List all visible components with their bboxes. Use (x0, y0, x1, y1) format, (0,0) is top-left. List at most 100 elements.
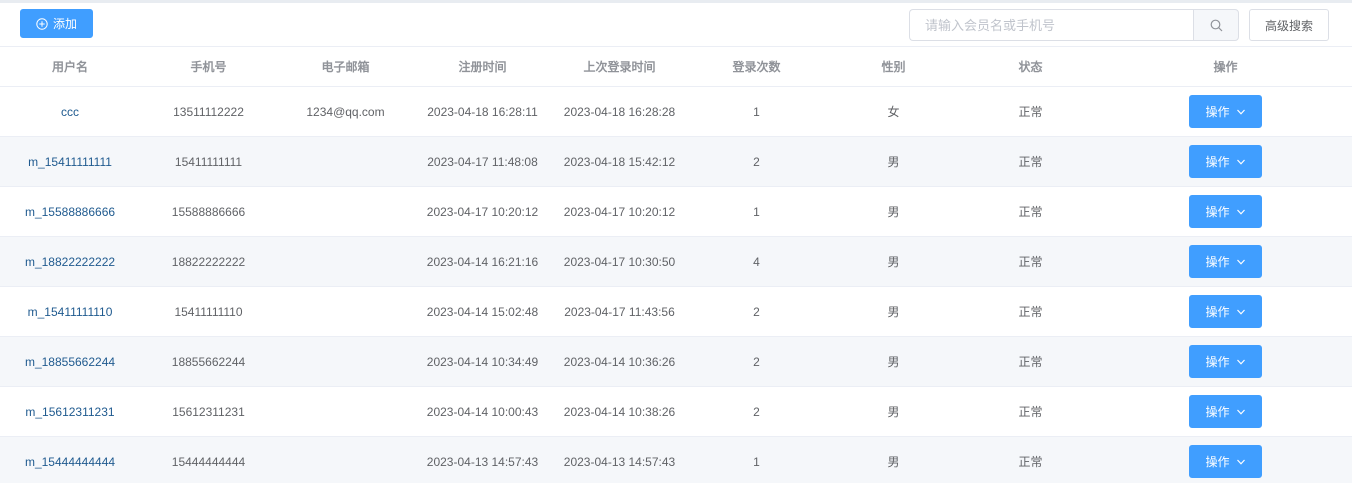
cell-gender: 男 (825, 436, 962, 483)
cell-login-count: 1 (688, 186, 825, 237)
table-row: m_15411111111 15411111111 2023-04-17 11:48… (0, 136, 1352, 187)
cell-email (277, 436, 414, 483)
cell-email: 1234@qq.com (277, 86, 414, 137)
cell-status: 正常 (962, 436, 1099, 483)
cell-registered: 2023-04-17 10:20:12 (414, 186, 551, 237)
table-row: ccc 13511112222 1234@qq.com 2023-04-18 16:2… (0, 86, 1352, 137)
cell-gender: 男 (825, 236, 962, 287)
member-table: 用户名 手机号 电子邮箱 注册时间 上次登录时间 登录次数 性别 状态 操作 ccc 135111… (0, 46, 1352, 483)
cell-username[interactable]: m_18822222222 (0, 236, 140, 287)
cell-login-count: 1 (688, 86, 825, 137)
cell-last-login: 2023-04-18 16:28:28 (551, 86, 688, 137)
cell-login-count: 2 (688, 286, 825, 337)
cell-email (277, 136, 414, 187)
cell-gender: 男 (825, 286, 962, 337)
cell-action: 操作 (1099, 186, 1352, 237)
cell-gender: 男 (825, 336, 962, 387)
row-action-dropdown-button[interactable]: 操作 (1189, 295, 1262, 328)
row-action-label: 操作 (1205, 255, 1230, 269)
cell-login-count: 4 (688, 236, 825, 287)
cell-action: 操作 (1099, 336, 1352, 387)
cell-email (277, 386, 414, 437)
column-header-registered: 注册时间 (414, 46, 551, 87)
add-button-label: 添加 (52, 17, 77, 31)
row-action-dropdown-button[interactable]: 操作 (1189, 195, 1262, 228)
cell-email (277, 236, 414, 287)
cell-last-login: 2023-04-17 11:43:56 (551, 286, 688, 337)
column-header-action: 操作 (1099, 46, 1352, 87)
cell-action: 操作 (1099, 236, 1352, 287)
row-action-dropdown-button[interactable]: 操作 (1189, 395, 1262, 428)
cell-gender: 男 (825, 186, 962, 237)
cell-username[interactable]: m_15411111110 (0, 286, 140, 337)
table-row: m_18855662244 18855662244 2023-04-14 10:34… (0, 336, 1352, 387)
table-row: m_15411111110 15411111110 2023-04-14 15:02… (0, 286, 1352, 337)
cell-status: 正常 (962, 286, 1099, 337)
cell-status: 正常 (962, 336, 1099, 387)
search-input[interactable] (909, 9, 1193, 41)
cell-action: 操作 (1099, 286, 1352, 337)
row-action-dropdown-button[interactable]: 操作 (1189, 95, 1262, 128)
cell-login-count: 1 (688, 436, 825, 483)
column-header-phone: 手机号 (140, 46, 277, 87)
cell-action: 操作 (1099, 386, 1352, 437)
cell-email (277, 286, 414, 337)
cell-login-count: 2 (688, 136, 825, 187)
cell-username[interactable]: m_18855662244 (0, 336, 140, 387)
cell-username[interactable]: m_15612311231 (0, 386, 140, 437)
advanced-search-button[interactable]: 高级搜索 (1249, 9, 1329, 41)
cell-phone: 15411111111 (140, 136, 277, 187)
cell-registered: 2023-04-14 15:02:48 (414, 286, 551, 337)
column-header-status: 状态 (962, 46, 1099, 87)
row-action-label: 操作 (1205, 305, 1230, 319)
cell-last-login: 2023-04-17 10:20:12 (551, 186, 688, 237)
cell-last-login: 2023-04-17 10:30:50 (551, 236, 688, 287)
chevron-down-icon (1236, 109, 1245, 115)
cell-last-login: 2023-04-13 14:57:43 (551, 436, 688, 483)
row-action-dropdown-button[interactable]: 操作 (1189, 445, 1262, 478)
search-button[interactable] (1193, 9, 1239, 41)
chevron-down-icon (1236, 359, 1245, 365)
cell-status: 正常 (962, 236, 1099, 287)
cell-action: 操作 (1099, 136, 1352, 187)
cell-action: 操作 (1099, 436, 1352, 483)
row-action-label: 操作 (1205, 205, 1230, 219)
cell-gender: 男 (825, 136, 962, 187)
row-action-label: 操作 (1205, 155, 1230, 169)
row-action-dropdown-button[interactable]: 操作 (1189, 245, 1262, 278)
row-action-label: 操作 (1205, 405, 1230, 419)
cell-login-count: 2 (688, 386, 825, 437)
cell-registered: 2023-04-14 10:34:49 (414, 336, 551, 387)
cell-username[interactable]: m_15411111111 (0, 136, 140, 187)
row-action-dropdown-button[interactable]: 操作 (1189, 145, 1262, 178)
toolbar: 添加 高级搜索 (0, 3, 1352, 46)
cell-username[interactable]: m_15444444444 (0, 436, 140, 483)
cell-username[interactable]: ccc (0, 86, 140, 137)
cell-last-login: 2023-04-14 10:38:26 (551, 386, 688, 437)
cell-phone: 18855662244 (140, 336, 277, 387)
cell-phone: 15444444444 (140, 436, 277, 483)
cell-status: 正常 (962, 386, 1099, 437)
column-header-username: 用户名 (0, 46, 140, 87)
cell-username[interactable]: m_15588886666 (0, 186, 140, 237)
cell-phone: 15612311231 (140, 386, 277, 437)
plus-circle-icon (36, 17, 48, 30)
cell-email (277, 186, 414, 237)
search-group (909, 9, 1239, 41)
column-header-gender: 性别 (825, 46, 962, 87)
add-button[interactable]: 添加 (20, 9, 93, 38)
row-action-label: 操作 (1205, 455, 1230, 469)
cell-phone: 18822222222 (140, 236, 277, 287)
chevron-down-icon (1236, 409, 1245, 415)
cell-registered: 2023-04-14 10:00:43 (414, 386, 551, 437)
row-action-label: 操作 (1205, 105, 1230, 119)
cell-last-login: 2023-04-14 10:36:26 (551, 336, 688, 387)
cell-phone: 15588886666 (140, 186, 277, 237)
search-icon (1210, 19, 1222, 31)
cell-registered: 2023-04-13 14:57:43 (414, 436, 551, 483)
column-header-last-login: 上次登录时间 (551, 46, 688, 87)
chevron-down-icon (1236, 459, 1245, 465)
cell-status: 正常 (962, 86, 1099, 137)
cell-gender: 男 (825, 386, 962, 437)
row-action-dropdown-button[interactable]: 操作 (1189, 345, 1262, 378)
